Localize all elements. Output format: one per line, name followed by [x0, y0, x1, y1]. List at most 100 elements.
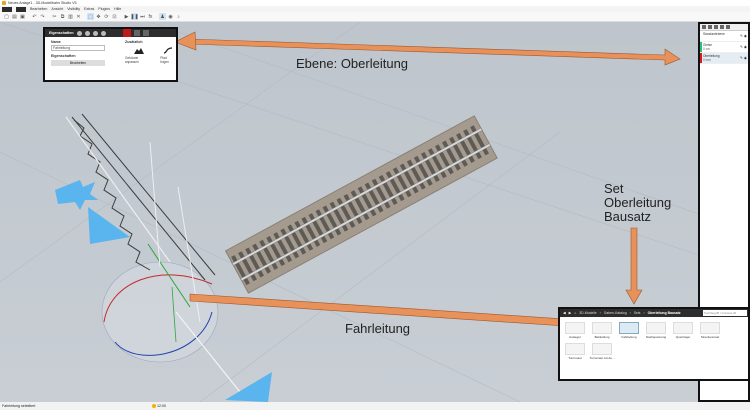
- move-layer-icon[interactable]: [720, 25, 724, 29]
- layer-row-oberleitung[interactable]: Oberleitung 0 mm ✎ ◉: [700, 53, 748, 64]
- item-label: Turmmast mit Au...: [589, 356, 615, 360]
- catalog-grid: Ausleger Bekleidung Fahrleitung Nachspan…: [560, 317, 748, 362]
- layer-color-swatch: [700, 42, 702, 52]
- edit-layer-icon[interactable]: [714, 25, 718, 29]
- catalog-item-turmmast[interactable]: Turmmast: [562, 340, 588, 360]
- back-button[interactable]: [2, 6, 12, 12]
- item-label: Bekleidung: [594, 335, 610, 339]
- catenary-pole: [149, 141, 161, 268]
- extra-options: Zusätzlich Gebäude anpassen Pfad folgen: [125, 40, 176, 64]
- open-icon[interactable]: ▤: [11, 13, 18, 20]
- layer-color-swatch: [700, 53, 702, 63]
- rail-left: [231, 127, 483, 266]
- zoom-fit-icon[interactable]: ⊡: [111, 13, 118, 20]
- rotate-icon[interactable]: ⟳: [103, 13, 110, 20]
- back-arrow-icon[interactable]: ◀: [563, 311, 566, 315]
- pin-icon[interactable]: [92, 30, 98, 36]
- remove-layer-icon[interactable]: [708, 25, 712, 29]
- layer-color-swatch: [700, 31, 702, 41]
- menu-plugins[interactable]: Plugins: [98, 7, 110, 11]
- save-icon[interactable]: ▣: [19, 13, 26, 20]
- item-thumbnail: [673, 322, 693, 334]
- play-icon[interactable]: ▶: [123, 13, 130, 20]
- item-label: Turmmast: [568, 356, 582, 360]
- terrain-icon: [133, 48, 144, 54]
- catalog-item-bekleidung[interactable]: Bekleidung: [589, 319, 615, 339]
- annotation-arrow-set: [625, 227, 643, 305]
- forward-arrow-icon[interactable]: ▶: [569, 311, 572, 315]
- camera-icon[interactable]: ◉: [167, 13, 174, 20]
- cut-icon[interactable]: ✂: [51, 13, 58, 20]
- add-layer-icon[interactable]: [702, 25, 706, 29]
- catalog-item-streckenmast[interactable]: Streckenmast: [697, 319, 723, 339]
- menu-visibility[interactable]: Visibility: [67, 7, 80, 11]
- layer-color-icon[interactable]: [122, 29, 131, 37]
- window-title: Neues Anlage1 - 3D-Modellbahn Studio V5: [8, 1, 77, 5]
- layer-row-standard[interactable]: Standardebene ✎ ◉: [700, 31, 748, 42]
- catalog-item-nachspannung[interactable]: Nachspannung: [643, 319, 669, 339]
- option-gebaeude-anpassen[interactable]: Gebäude anpassen: [125, 47, 152, 64]
- breadcrumb-3[interactable]: Oberleitung Bausatz: [648, 311, 681, 315]
- menu-bearbeiten[interactable]: Bearbeiten: [30, 7, 47, 11]
- properties-title: Eigenschaften: [49, 31, 74, 35]
- layers-toolbar: [700, 24, 748, 31]
- redo-icon[interactable]: ↷: [39, 13, 46, 20]
- tag-icon[interactable]: [84, 30, 90, 36]
- name-field[interactable]: Fahrleitung: [51, 45, 105, 51]
- layer-row-gleise[interactable]: Gleise 0 cm ✎ ◉: [700, 42, 748, 53]
- info-icon[interactable]: [100, 30, 106, 36]
- menu-hilfe[interactable]: Hilfe: [114, 7, 121, 11]
- option-2-label: Pfad folgen: [160, 56, 169, 64]
- paste-icon[interactable]: ▥: [67, 13, 74, 20]
- menu-extras[interactable]: Extras: [84, 7, 94, 11]
- annotation-set: Set Oberleitung Bausatz: [604, 181, 672, 224]
- step-icon[interactable]: ⏭: [139, 13, 146, 20]
- time-display[interactable]: 12:00: [152, 404, 166, 408]
- object-catalog: ◀ ▶ ⌂ 3D-Modelle › Gaben-Katalog › Sets …: [558, 307, 750, 381]
- catalog-item-fahrleitung[interactable]: Fahrleitung: [616, 319, 642, 339]
- delete-icon[interactable]: ✕: [75, 13, 82, 20]
- home-icon[interactable]: ⌂: [574, 311, 576, 315]
- annotation-arrow-ebene: [174, 31, 681, 66]
- pause-icon[interactable]: ❚❚: [130, 13, 139, 20]
- properties-panel: Eigenschaften Name Fahrleitung Eigenscha…: [43, 27, 178, 82]
- catalog-item-turmmast-au[interactable]: Turmmast mit Au...: [589, 340, 615, 360]
- sound-icon[interactable]: ♪: [175, 13, 182, 20]
- catalog-nav: ◀ ▶ ⌂ 3D-Modelle › Gaben-Katalog › Sets …: [560, 309, 748, 317]
- app-logo-icon: [2, 1, 6, 5]
- list-icon[interactable]: [142, 30, 149, 36]
- person-icon[interactable]: ♟: [159, 13, 166, 20]
- catalog-search-input[interactable]: Suchbegriff / Content-ID: [703, 310, 747, 316]
- move-handle-x: [55, 180, 98, 210]
- layer-actions: ✎ ◉: [740, 56, 747, 60]
- catalog-item-ausleger[interactable]: Ausleger: [562, 319, 588, 339]
- option-pfad-folgen[interactable]: Pfad folgen: [160, 47, 176, 64]
- layer-actions: ✎ ◉: [740, 45, 747, 49]
- breadcrumb-2[interactable]: Sets: [634, 311, 641, 315]
- annotation-ebene: Ebene: Oberleitung: [296, 56, 409, 71]
- gear-icon[interactable]: [76, 30, 82, 36]
- move-icon[interactable]: ✥: [95, 13, 102, 20]
- new-file-icon[interactable]: ▢: [3, 13, 10, 20]
- layer-settings-icon[interactable]: [726, 25, 730, 29]
- breadcrumb-0[interactable]: 3D-Modelle: [579, 311, 596, 315]
- copy-icon[interactable]: ⧉: [59, 13, 66, 20]
- undo-icon[interactable]: ↶: [31, 13, 38, 20]
- edit-mode-button[interactable]: [16, 6, 26, 12]
- copy-icon[interactable]: [133, 30, 140, 36]
- fx-button[interactable]: fx: [147, 13, 154, 20]
- status-bar: Fahrleitung selektiert 12:00: [0, 402, 750, 410]
- edit-button[interactable]: Bearbeiten: [51, 60, 105, 66]
- menu-ansicht[interactable]: Ansicht: [51, 7, 63, 11]
- extra-label: Zusätzlich: [125, 40, 143, 44]
- item-thumbnail: [619, 322, 639, 334]
- breadcrumb-1[interactable]: Gaben-Katalog: [604, 311, 627, 315]
- select-icon[interactable]: ⬚: [87, 13, 94, 20]
- layer-name: Standardebene: [703, 32, 725, 36]
- item-thumbnail: [565, 343, 585, 355]
- catalog-item-quertraeger[interactable]: Querträger: [670, 319, 696, 339]
- annotation-fahrleitung: Fahrleitung: [345, 321, 411, 336]
- move-handle-cone-bottom: [225, 372, 272, 402]
- item-label: Nachspannung: [645, 335, 667, 339]
- status-message: Fahrleitung selektiert: [2, 404, 36, 408]
